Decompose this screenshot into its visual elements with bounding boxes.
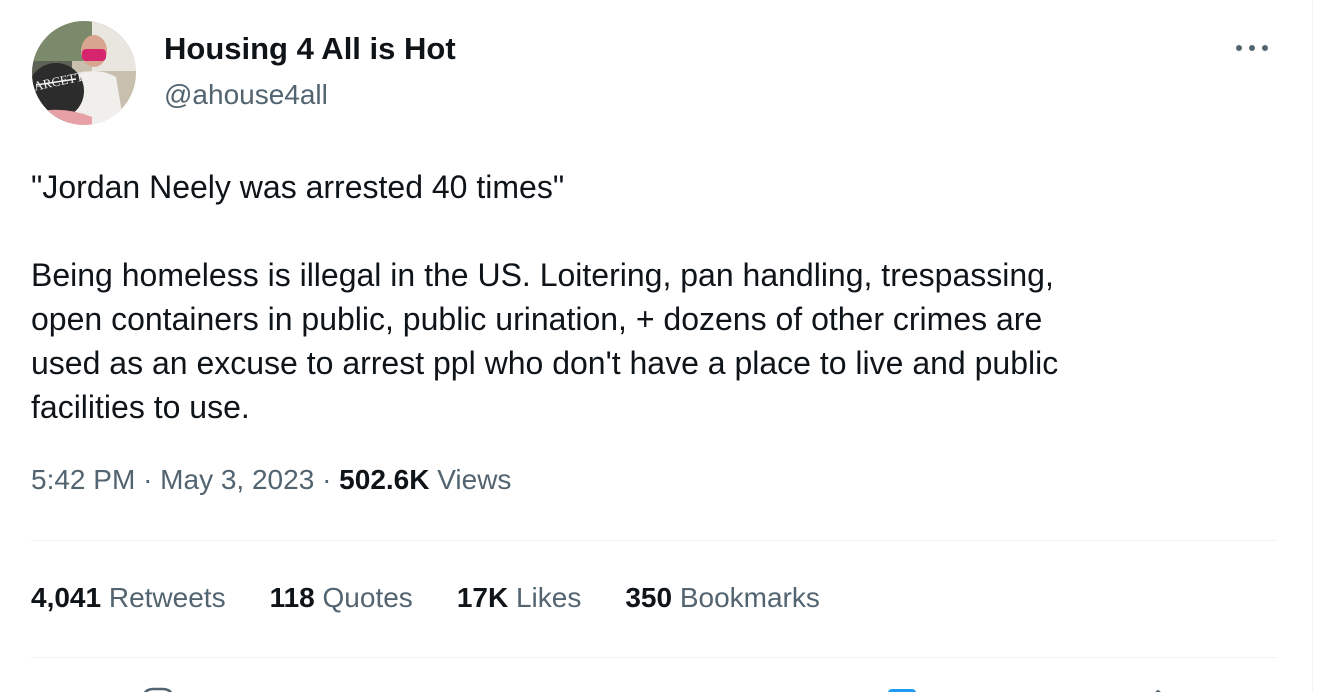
share-button[interactable] xyxy=(884,684,920,692)
stat-likes[interactable]: 17K Likes xyxy=(457,582,582,614)
divider xyxy=(31,540,1276,541)
share-icon xyxy=(888,689,916,692)
tweet-date[interactable]: May 3, 2023 xyxy=(160,464,314,495)
upload-icon xyxy=(1155,689,1161,692)
stat-count: 17K xyxy=(456,582,509,613)
tweet-paragraph: "Jordan Neely was arrested 40 times" xyxy=(31,169,565,205)
views-link[interactable]: 502.6K Views xyxy=(339,464,511,495)
tweet-stats: 4,041 Retweets 118 Quotes 17K Likes 350 … xyxy=(31,582,864,614)
tweet-time[interactable]: 5:42 PM xyxy=(31,464,135,495)
meta-separator: · xyxy=(322,464,332,495)
stat-count: 350 xyxy=(625,582,673,613)
more-button[interactable] xyxy=(1232,32,1272,64)
views-count: 502.6K xyxy=(339,464,430,495)
column-border xyxy=(1312,0,1313,692)
stat-count: 118 xyxy=(269,582,315,613)
author-handle[interactable]: @ahouse4all xyxy=(164,79,328,111)
reply-button[interactable] xyxy=(140,684,176,692)
tweet-paragraph: Being homeless is illegal in the US. Loi… xyxy=(31,257,1059,425)
stat-bookmarks[interactable]: 350 Bookmarks xyxy=(625,582,820,614)
stat-label: Retweets xyxy=(108,582,226,613)
avatar[interactable]: ARCETTI xyxy=(32,21,136,125)
upload-button[interactable] xyxy=(1140,684,1176,692)
tweet-meta: 5:42 PM · May 3, 2023 · 502.6K Views xyxy=(31,464,511,496)
meta-separator: · xyxy=(143,464,153,495)
more-horizontal-icon xyxy=(1236,45,1268,51)
divider xyxy=(31,657,1276,658)
stat-quotes[interactable]: 118 Quotes xyxy=(270,582,413,614)
views-label: Views xyxy=(437,464,512,495)
stat-retweets[interactable]: 4,041 Retweets xyxy=(31,582,226,614)
stat-label: Likes xyxy=(515,582,582,613)
stat-label: Bookmarks xyxy=(679,582,820,613)
tweet-text: "Jordan Neely was arrested 40 times" Bei… xyxy=(31,165,1281,429)
reply-icon xyxy=(144,687,172,692)
author-name[interactable]: Housing 4 All is Hot xyxy=(164,31,456,67)
stat-label: Quotes xyxy=(322,582,413,613)
stat-count: 4,041 xyxy=(31,582,102,613)
tweet-detail: ARCETTI Housing 4 All is Hot @ahouse4all… xyxy=(0,0,1324,692)
